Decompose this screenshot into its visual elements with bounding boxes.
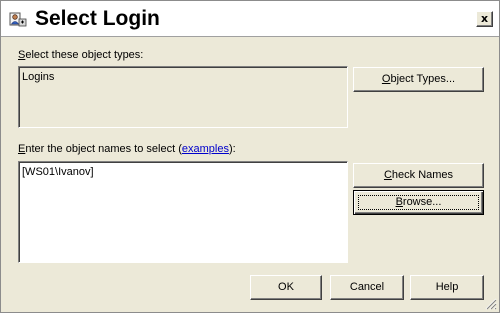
check-names-button[interactable]: Check Names [353,163,484,188]
object-types-label: Select these object types: [18,49,144,61]
object-types-field: Logins [18,66,348,128]
resize-grip-icon[interactable] [485,298,497,310]
object-names-value: [WS01\Ivanov] [22,166,94,178]
object-types-button[interactable]: Object Types... [353,67,484,92]
focus-ring [358,195,479,210]
close-icon: x [480,12,489,25]
object-types-value: Logins [22,71,55,83]
help-button[interactable]: Help [410,275,484,300]
examples-link[interactable]: examples [182,143,229,155]
select-login-dialog: Select Login x Select these object types… [0,0,500,313]
title-bar[interactable]: Select Login x [1,1,499,37]
cancel-button[interactable]: Cancel [330,275,404,300]
object-names-label: Enter the object names to select (exampl… [18,143,236,155]
ok-button[interactable]: OK [250,275,322,300]
browse-button[interactable]: Browse... [353,190,484,215]
window-title: Select Login [35,7,160,30]
close-button[interactable]: x [476,11,493,27]
object-names-input[interactable]: [WS01\Ivanov] [18,161,348,263]
select-user-icon [9,11,27,27]
